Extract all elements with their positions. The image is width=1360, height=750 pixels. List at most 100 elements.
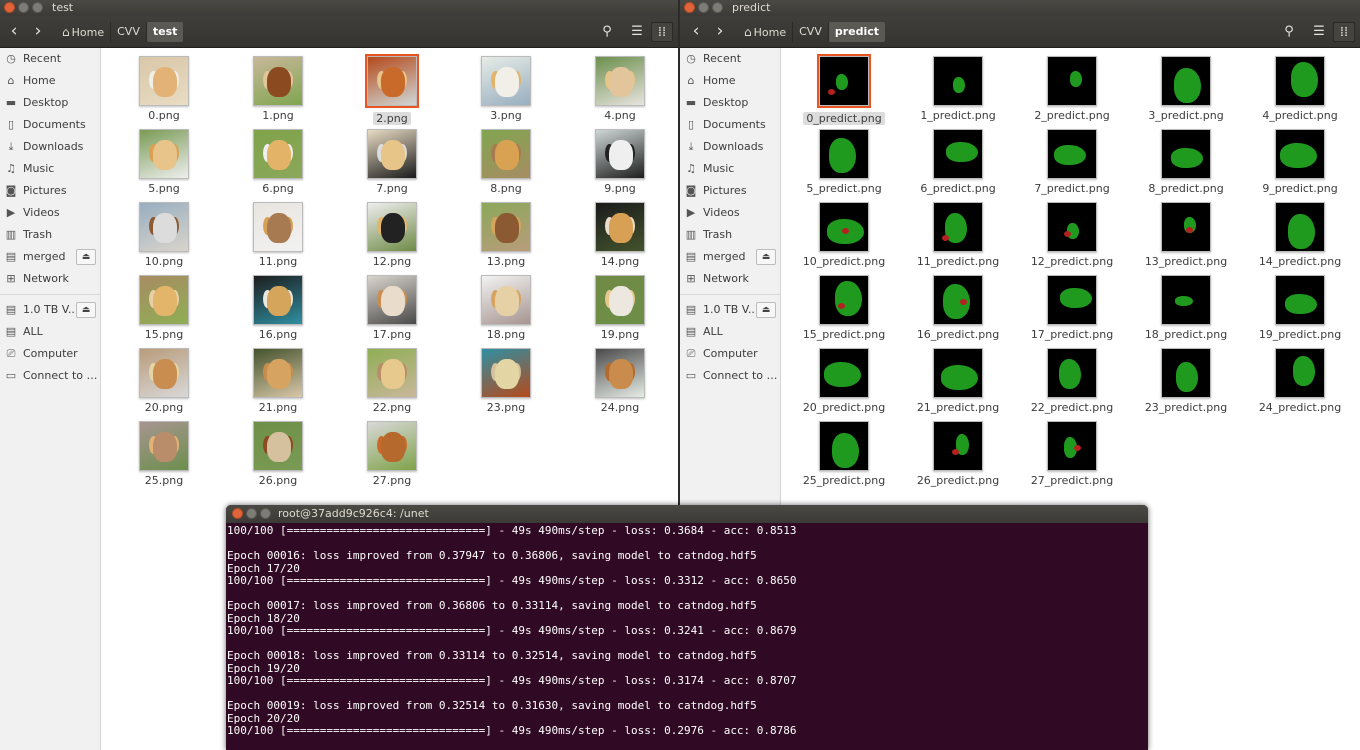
file-item[interactable]: 7_predict.png xyxy=(1027,123,1117,195)
file-item[interactable]: 5.png xyxy=(119,123,209,195)
breadcrumb-home[interactable]: ⌂ Home xyxy=(56,22,110,42)
file-item[interactable]: 4.png xyxy=(575,50,665,122)
file-item[interactable]: 1.png xyxy=(233,50,323,122)
file-item[interactable]: 13.png xyxy=(461,196,551,268)
sidebar-item-downloads[interactable]: ⤓ Downloads xyxy=(680,136,780,158)
sidebar-item-all[interactable]: ▤ ALL xyxy=(680,321,780,343)
close-window-icon[interactable] xyxy=(232,508,243,519)
sidebar-item-connect-to-s[interactable]: ▭ Connect to S... xyxy=(0,365,100,387)
sidebar-item-pictures[interactable]: ◙ Pictures xyxy=(0,180,100,202)
file-item[interactable]: 16_predict.png xyxy=(913,269,1003,341)
sidebar-item-desktop[interactable]: ▬ Desktop xyxy=(0,92,100,114)
maximize-window-icon[interactable] xyxy=(32,2,43,13)
file-item[interactable]: 20.png xyxy=(119,342,209,414)
file-item[interactable]: 15_predict.png xyxy=(799,269,889,341)
file-item[interactable]: 20_predict.png xyxy=(799,342,889,414)
file-item[interactable]: 26.png xyxy=(233,415,323,487)
breadcrumb-predict[interactable]: predict xyxy=(827,22,886,42)
file-item[interactable]: 21_predict.png xyxy=(913,342,1003,414)
sidebar-item-1-0-tb-v[interactable]: ▤ 1.0 TB V... ⏏ xyxy=(680,299,780,321)
breadcrumb-test[interactable]: test xyxy=(145,22,184,42)
file-item[interactable]: 9_predict.png xyxy=(1255,123,1345,195)
close-window-icon[interactable] xyxy=(684,2,695,13)
sidebar-item-videos[interactable]: ▶ Videos xyxy=(0,202,100,224)
file-item[interactable]: 10.png xyxy=(119,196,209,268)
terminal-window[interactable]: root@37add9c926c4: /unet 100/100 [======… xyxy=(226,505,1148,750)
file-item[interactable]: 25_predict.png xyxy=(799,415,889,487)
file-item[interactable]: 19_predict.png xyxy=(1255,269,1345,341)
file-item[interactable]: 5_predict.png xyxy=(799,123,889,195)
sidebar-item-pictures[interactable]: ◙ Pictures xyxy=(680,180,780,202)
search-icon[interactable]: ⚲ xyxy=(596,22,618,42)
sidebar-item-computer[interactable]: ⎚ Computer xyxy=(680,343,780,365)
sidebar-item-network[interactable]: ⊞ Network xyxy=(680,268,780,290)
file-item[interactable]: 6.png xyxy=(233,123,323,195)
file-item[interactable]: 12.png xyxy=(347,196,437,268)
file-item[interactable]: 12_predict.png xyxy=(1027,196,1117,268)
file-item[interactable]: 10_predict.png xyxy=(799,196,889,268)
eject-icon[interactable]: ⏏ xyxy=(756,302,776,318)
close-window-icon[interactable] xyxy=(4,2,15,13)
file-item[interactable]: 11_predict.png xyxy=(913,196,1003,268)
file-item[interactable]: 24.png xyxy=(575,342,665,414)
file-item[interactable]: 14_predict.png xyxy=(1255,196,1345,268)
file-item[interactable]: 18_predict.png xyxy=(1141,269,1231,341)
file-item[interactable]: 6_predict.png xyxy=(913,123,1003,195)
file-item[interactable]: 3.png xyxy=(461,50,551,122)
grid-view-icon[interactable]: ⁞⁞ xyxy=(651,22,673,42)
file-item[interactable]: 17_predict.png xyxy=(1027,269,1117,341)
file-item[interactable]: 26_predict.png xyxy=(913,415,1003,487)
file-item[interactable]: 22.png xyxy=(347,342,437,414)
back-button[interactable]: ‹ xyxy=(686,22,706,42)
sidebar-item-trash[interactable]: ▥ Trash xyxy=(680,224,780,246)
sidebar-item-network[interactable]: ⊞ Network xyxy=(0,268,100,290)
file-item[interactable]: 23.png xyxy=(461,342,551,414)
file-item[interactable]: 19.png xyxy=(575,269,665,341)
file-item[interactable]: 16.png xyxy=(233,269,323,341)
file-item[interactable]: 21.png xyxy=(233,342,323,414)
sidebar-item-home[interactable]: ⌂ Home xyxy=(680,70,780,92)
file-item[interactable]: 0_predict.png xyxy=(799,50,889,125)
file-item[interactable]: 25.png xyxy=(119,415,209,487)
sidebar-item-recent[interactable]: ◷ Recent xyxy=(680,48,780,70)
file-item[interactable]: 1_predict.png xyxy=(913,50,1003,122)
file-item[interactable]: 14.png xyxy=(575,196,665,268)
file-item[interactable]: 0.png xyxy=(119,50,209,122)
sidebar-item-all[interactable]: ▤ ALL xyxy=(0,321,100,343)
terminal-titlebar[interactable]: root@37add9c926c4: /unet xyxy=(226,505,1148,523)
file-item[interactable]: 3_predict.png xyxy=(1141,50,1231,122)
file-item[interactable]: 22_predict.png xyxy=(1027,342,1117,414)
file-item[interactable]: 24_predict.png xyxy=(1255,342,1345,414)
breadcrumb-cvv[interactable]: CVV xyxy=(110,22,146,42)
file-item[interactable]: 15.png xyxy=(119,269,209,341)
sidebar-item-home[interactable]: ⌂ Home xyxy=(0,70,100,92)
file-item[interactable]: 18.png xyxy=(461,269,551,341)
file-item[interactable]: 17.png xyxy=(347,269,437,341)
file-item[interactable]: 13_predict.png xyxy=(1141,196,1231,268)
sidebar-item-merged[interactable]: ▤ merged ⏏ xyxy=(0,246,100,268)
minimize-window-icon[interactable] xyxy=(246,508,257,519)
sidebar-item-desktop[interactable]: ▬ Desktop xyxy=(680,92,780,114)
grid-view-icon[interactable]: ⁞⁞ xyxy=(1333,22,1355,42)
file-item[interactable]: 27_predict.png xyxy=(1027,415,1117,487)
sidebar-item-music[interactable]: ♫ Music xyxy=(680,158,780,180)
file-item[interactable]: 8_predict.png xyxy=(1141,123,1231,195)
back-button[interactable]: ‹ xyxy=(4,22,24,42)
file-item[interactable]: 4_predict.png xyxy=(1255,50,1345,122)
minimize-window-icon[interactable] xyxy=(18,2,29,13)
sidebar-item-documents[interactable]: ▯ Documents xyxy=(0,114,100,136)
sidebar-item-music[interactable]: ♫ Music xyxy=(0,158,100,180)
list-view-icon[interactable]: ☰ xyxy=(1308,22,1330,42)
sidebar-item-merged[interactable]: ▤ merged ⏏ xyxy=(680,246,780,268)
file-item[interactable]: 23_predict.png xyxy=(1141,342,1231,414)
window-titlebar[interactable]: predict xyxy=(680,0,1360,16)
minimize-window-icon[interactable] xyxy=(698,2,709,13)
forward-button[interactable]: › xyxy=(28,22,48,42)
sidebar-item-1-0-tb-v[interactable]: ▤ 1.0 TB V... ⏏ xyxy=(0,299,100,321)
eject-icon[interactable]: ⏏ xyxy=(76,302,96,318)
file-item[interactable]: 7.png xyxy=(347,123,437,195)
sidebar-item-connect-to-s[interactable]: ▭ Connect to S... xyxy=(680,365,780,387)
file-item[interactable]: 8.png xyxy=(461,123,551,195)
window-titlebar[interactable]: test xyxy=(0,0,678,16)
list-view-icon[interactable]: ☰ xyxy=(626,22,648,42)
